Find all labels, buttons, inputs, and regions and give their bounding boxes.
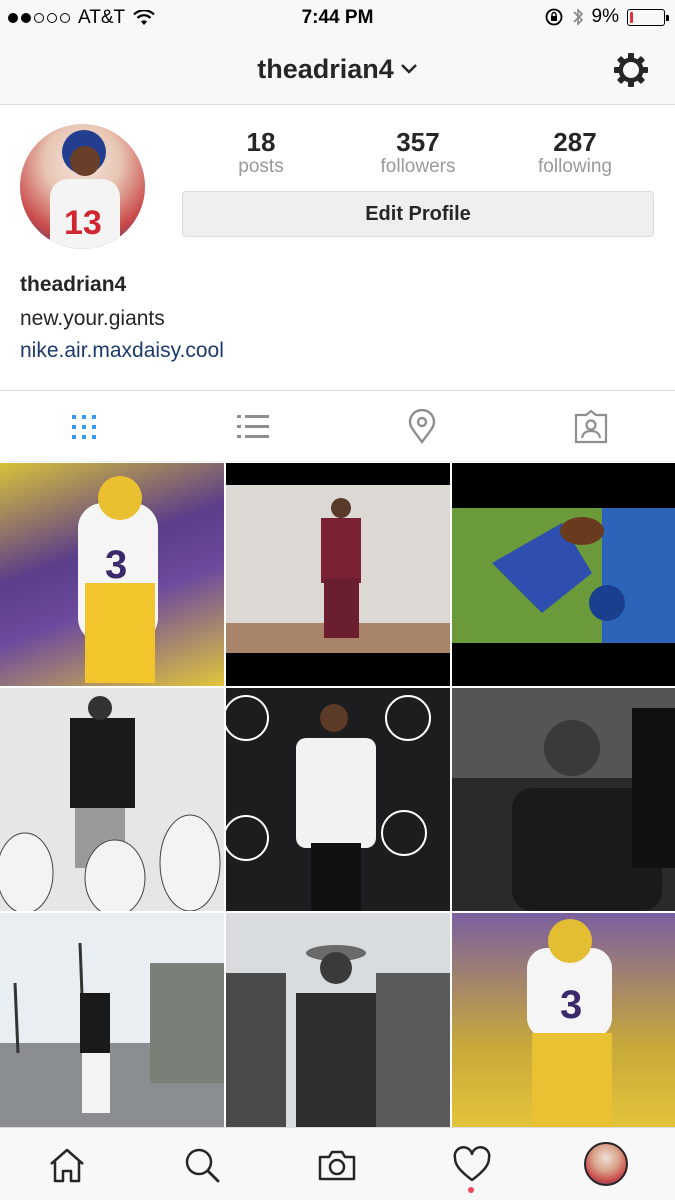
posts-value: 18 (246, 127, 276, 157)
gear-icon[interactable] (611, 50, 651, 90)
followers-count[interactable]: 357 followers (348, 128, 488, 178)
grid-tile[interactable] (226, 688, 450, 911)
palm-trees-catch-photo (0, 942, 224, 1136)
nav-bar: theadrian4 (0, 36, 675, 105)
grid-icon[interactable] (66, 409, 102, 445)
followers-label: followers (380, 156, 456, 177)
status-left: AT&T (8, 7, 155, 29)
lsu-player-3-action-photo: 3 (527, 919, 612, 1133)
posts-count[interactable]: 18 posts (191, 128, 331, 178)
location-pin-icon[interactable] (404, 409, 440, 445)
grid-tile[interactable] (452, 463, 675, 686)
profile-avatar[interactable]: 13 (20, 124, 145, 249)
grid-tile[interactable] (0, 913, 224, 1136)
battery-icon (627, 8, 669, 26)
following-count[interactable]: 287 following (505, 128, 645, 178)
nav-username: theadrian4 (257, 54, 394, 84)
camera-icon[interactable] (317, 1145, 357, 1185)
following-value: 287 (553, 127, 597, 157)
heart-icon[interactable] (452, 1145, 492, 1185)
home-icon[interactable] (47, 1145, 87, 1185)
espys-red-carpet-photo (226, 695, 431, 911)
status-bar: AT&T 7:44 PM 9% (0, 0, 675, 36)
notification-dot (468, 1187, 474, 1193)
car-bw-photo (452, 688, 675, 911)
grid-tile[interactable] (226, 463, 450, 686)
grid-tile[interactable]: 3 (452, 913, 675, 1136)
grid-tile[interactable] (452, 688, 675, 911)
clothing-rack-photo (226, 945, 450, 1136)
penguins-bw-photo (0, 696, 221, 911)
diving-catch-photo (452, 508, 675, 643)
search-icon[interactable] (182, 1145, 222, 1185)
bio-text: new.your.giants (20, 307, 165, 330)
battery-percent: 9% (591, 6, 619, 27)
followers-value: 357 (396, 127, 440, 157)
carrier-label: AT&T (78, 7, 126, 28)
profile-avatar-icon[interactable] (584, 1142, 628, 1186)
list-icon[interactable] (235, 409, 271, 445)
lsu-player-3-photo: 3 (78, 476, 158, 683)
svg-text:3: 3 (105, 543, 127, 587)
battery-level (630, 11, 633, 23)
profile-view-tabs (0, 390, 675, 462)
chevron-down-icon (400, 63, 417, 74)
wifi-icon (133, 10, 155, 25)
grid-tile[interactable] (0, 688, 224, 911)
grid-tile[interactable]: 3 (0, 463, 224, 686)
grid-tile[interactable] (226, 913, 450, 1136)
account-switcher[interactable]: theadrian4 (0, 54, 675, 85)
studio-maroon-suit-photo (226, 485, 450, 653)
following-label: following (538, 156, 612, 177)
svg-text:3: 3 (560, 983, 582, 1027)
edit-profile-button[interactable]: Edit Profile (182, 191, 654, 237)
bottom-tab-bar (0, 1127, 675, 1200)
tagged-photos-icon[interactable] (573, 409, 609, 445)
website-link[interactable]: nike.air.maxdaisy.cool (20, 339, 224, 363)
signal-strength-icon (8, 13, 70, 23)
status-right: 9% (544, 6, 669, 28)
rotation-lock-icon (545, 8, 562, 26)
bluetooth-icon (572, 8, 583, 26)
display-name: theadrian4 (20, 273, 127, 296)
posts-label: posts (238, 156, 284, 177)
